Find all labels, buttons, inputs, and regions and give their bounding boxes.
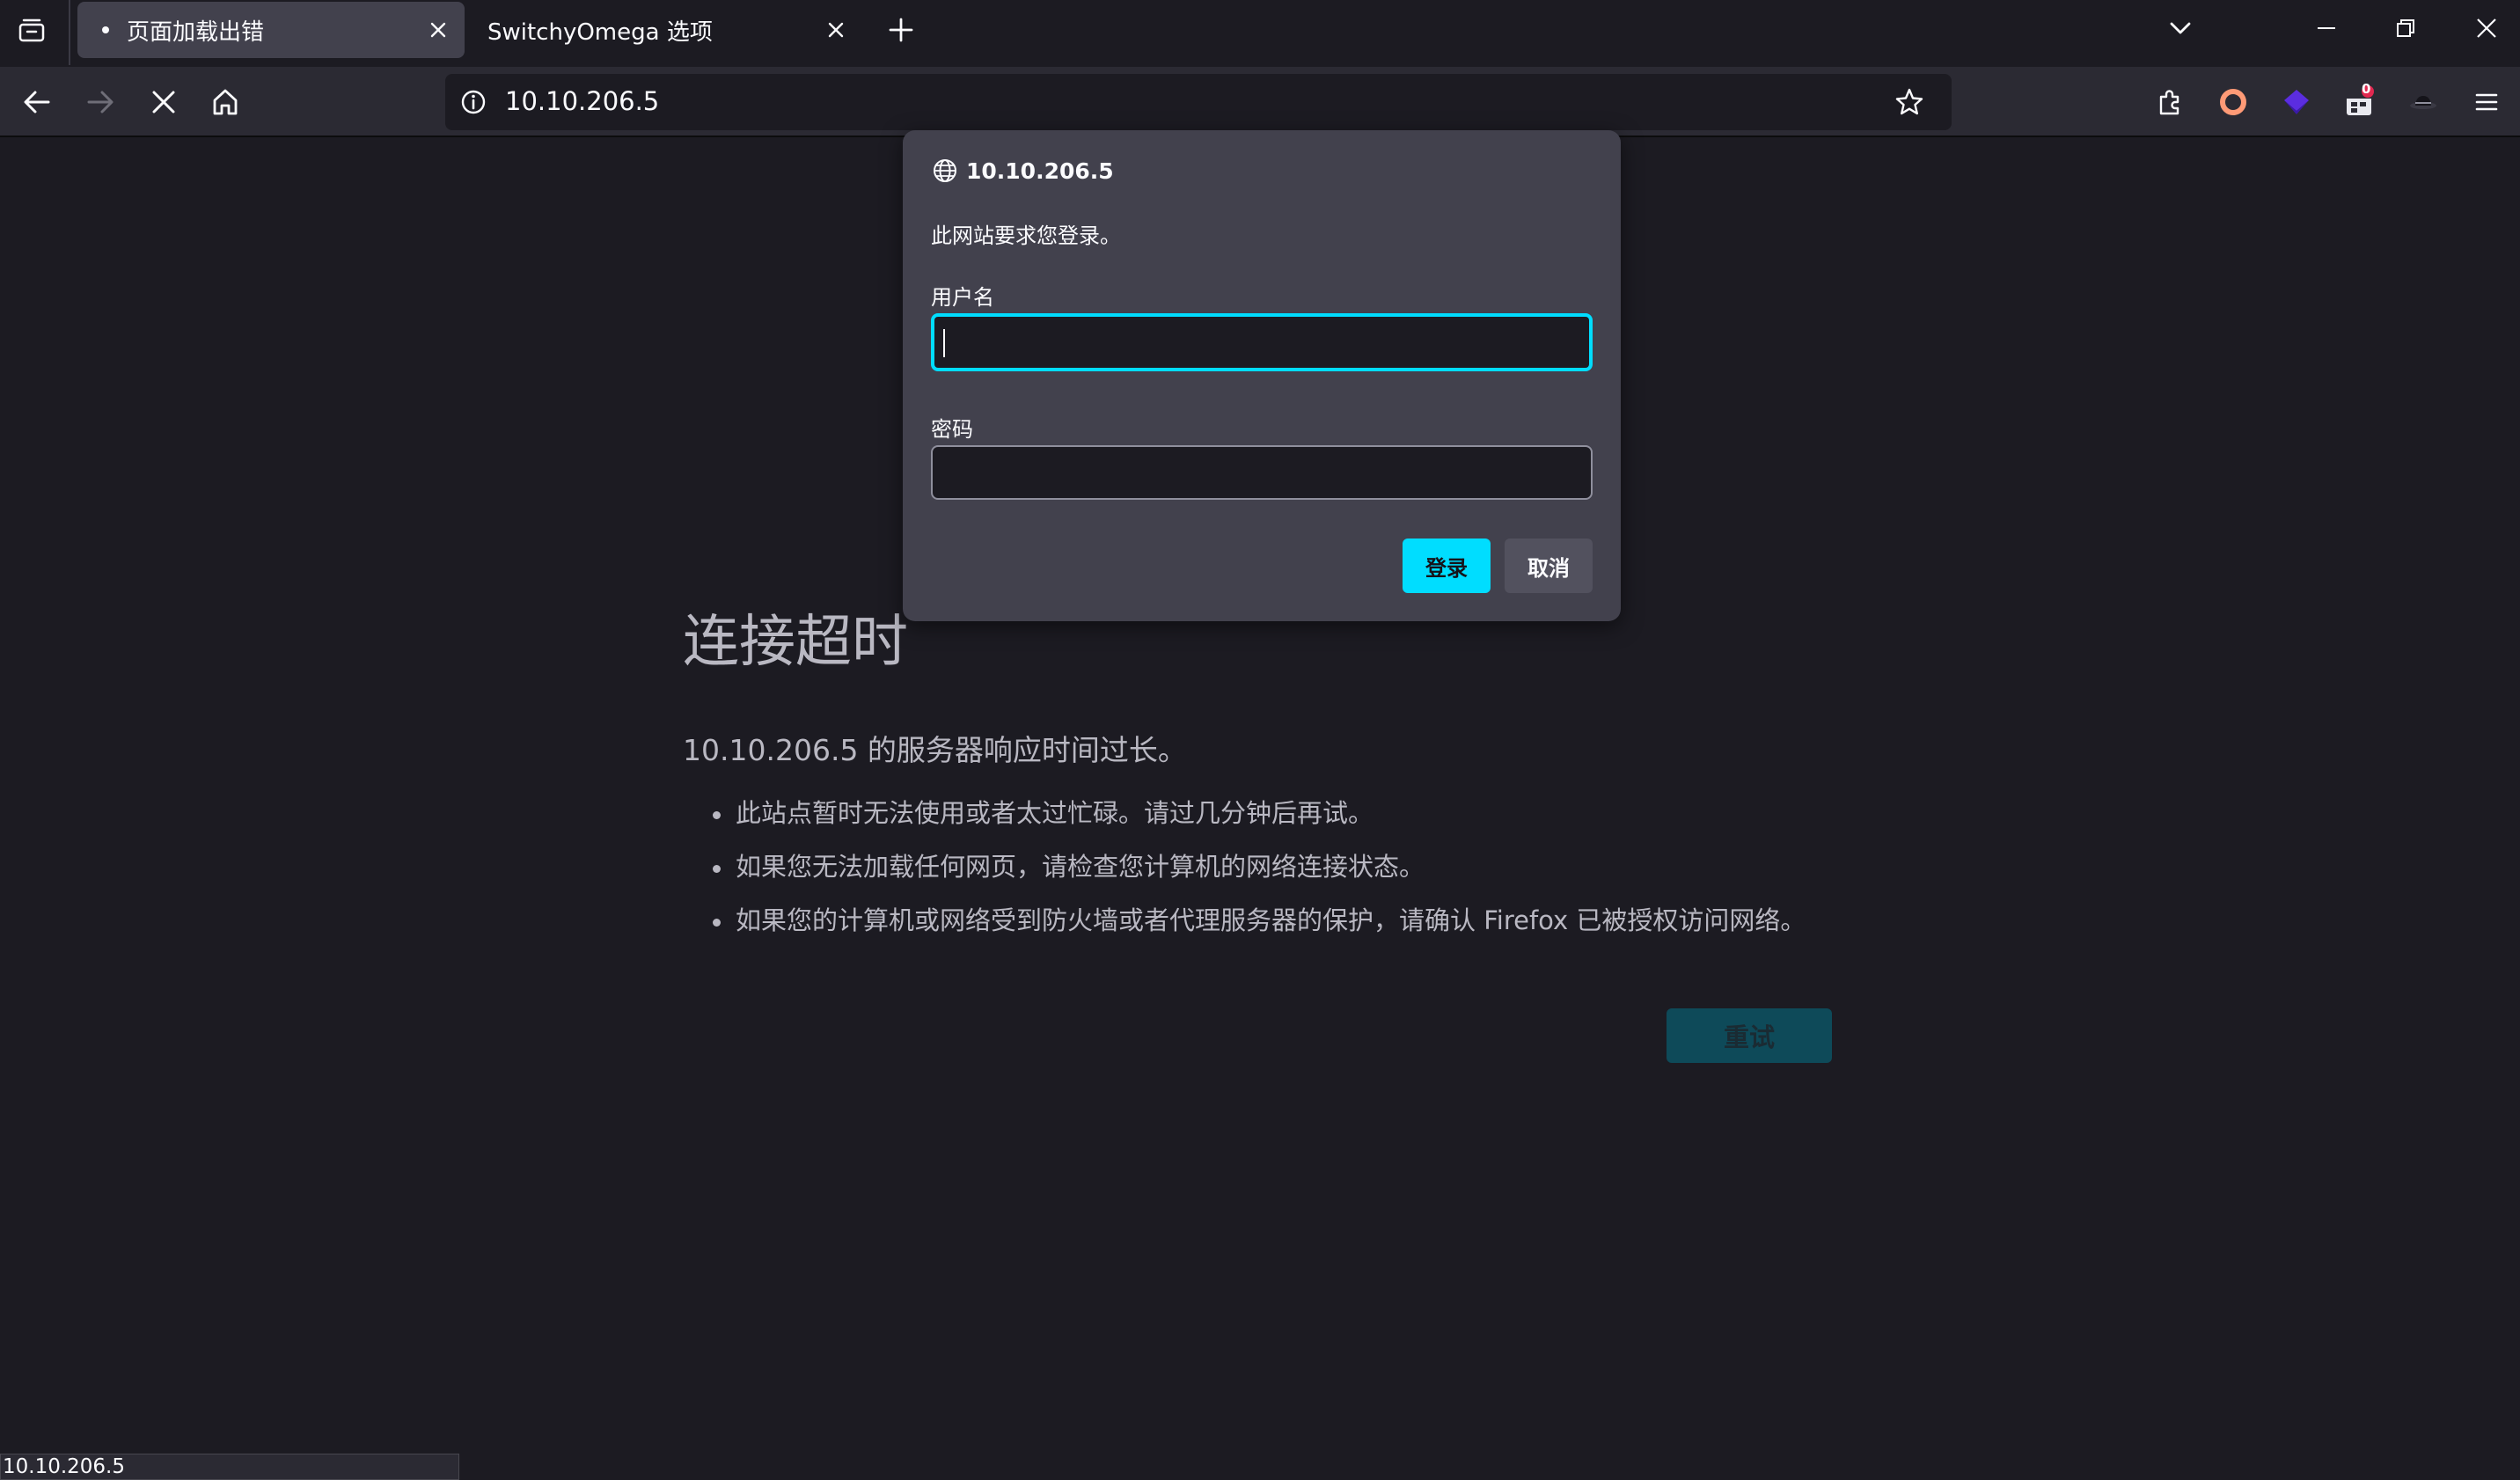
info-icon[interactable] [458,86,489,118]
close-tab-icon[interactable] [421,12,456,48]
login-dialog: 10.10.206.5 此网站要求您登录。 用户名 密码 登录 取消 [903,130,1621,621]
retry-button[interactable]: 重试 [1667,1008,1832,1063]
puzzle-icon[interactable] [2150,83,2189,121]
window-close-icon[interactable] [2465,9,2508,48]
hamburger-menu-icon[interactable] [2467,83,2506,121]
dialog-header: 10.10.206.5 [931,157,1114,185]
dialog-host: 10.10.206.5 [966,158,1114,184]
status-bar: 10.10.206.5 [0,1454,459,1480]
stop-loading-close-icon[interactable] [144,83,183,121]
url-text[interactable]: 10.10.206.5 [505,86,659,116]
new-tab-plus-icon[interactable] [882,11,920,49]
error-suggestion-item: 如果您无法加载任何网页，请检查您计算机的网络连接状态。 [711,847,1806,901]
restore-icon[interactable] [2384,9,2427,48]
loading-dot-icon [102,26,109,33]
purple-diamond-extension-icon[interactable] [2277,83,2316,121]
cancel-button[interactable]: 取消 [1505,539,1593,593]
orange-ring-extension-icon[interactable] [2214,83,2253,121]
minimize-icon[interactable] [2305,9,2348,48]
globe-icon [931,157,959,185]
error-suggestion-item: 此站点暂时无法使用或者太过忙碌。请过几分钟后再试。 [711,794,1806,847]
navigation-toolbar: 10.10.206.5 0 [0,67,2520,137]
password-label: 密码 [931,417,973,442]
error-title: 连接超时 [683,610,908,675]
badge-count: 0 [2362,81,2371,97]
dialog-message: 此网站要求您登录。 [931,223,1121,248]
url-bar[interactable]: 10.10.206.5 [445,74,1952,130]
home-icon[interactable] [206,83,245,121]
error-suggestions: 此站点暂时无法使用或者太过忙碌。请过几分钟后再试。 如果您无法加载任何网页，请检… [711,794,1806,955]
tab-page-load-error[interactable]: 页面加载出错 [77,2,465,58]
text-caret [943,329,945,357]
username-input[interactable] [931,313,1593,371]
login-button[interactable]: 登录 [1403,539,1491,593]
close-tab-icon[interactable] [818,12,853,48]
hat-extension-icon[interactable] [2404,83,2443,121]
tab-list-icon[interactable] [14,12,49,48]
star-icon[interactable] [1892,84,1927,120]
error-suggestion-item: 如果您的计算机或网络受到防火墙或者代理服务器的保护，请确认 Firefox 已被… [711,901,1806,955]
username-label: 用户名 [931,285,994,310]
tab-switchyomega-options[interactable]: SwitchyOmega 选项 [475,2,862,58]
tab-label: SwitchyOmega 选项 [487,18,713,46]
calendar-extension-icon[interactable]: 0 [2341,81,2379,121]
tab-bar: 页面加载出错 SwitchyOmega 选项 [0,0,2520,67]
error-subtitle: 10.10.206.5 的服务器响应时间过长。 [683,733,1187,767]
tab-label: 页面加载出错 [127,18,265,46]
list-all-tabs-chevron-down-icon[interactable] [2159,9,2201,48]
tab-separator [69,0,70,65]
password-input[interactable] [931,445,1593,500]
arrow-right-icon [81,83,120,121]
arrow-left-icon[interactable] [18,83,56,121]
